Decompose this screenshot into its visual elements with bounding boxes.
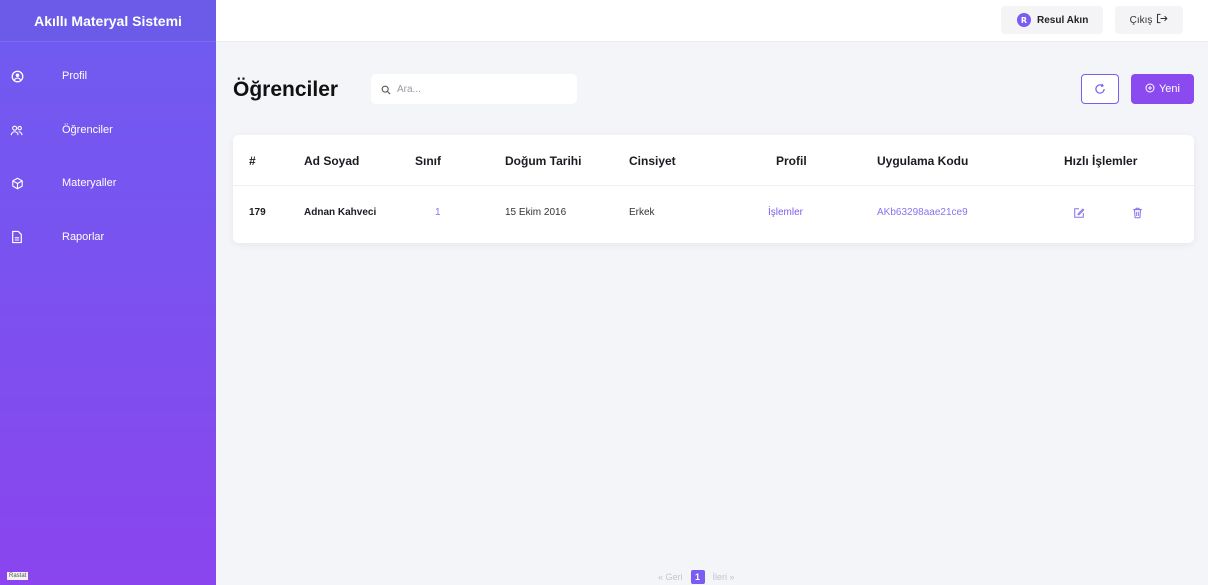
- sidebar-item-label: Profil: [62, 70, 88, 82]
- students-table: # Ad Soyad Sınıf Doğum Tarihi Cinsiyet P…: [233, 135, 1194, 243]
- sidebar-item-materyaller[interactable]: Materyaller: [0, 168, 216, 198]
- student-birth-date: 15 Ekim 2016: [505, 207, 567, 218]
- footer-badge: Rastat: [7, 572, 29, 580]
- student-class: 1: [435, 207, 441, 218]
- search-input[interactable]: [397, 83, 557, 95]
- user-menu[interactable]: R Resul Akın: [1001, 6, 1103, 34]
- trash-icon[interactable]: [1130, 206, 1144, 220]
- plus-circle-icon: [1145, 82, 1155, 96]
- page-title: Öğrenciler: [233, 78, 339, 101]
- column-header: Hızlı İşlemler: [1064, 154, 1138, 168]
- pagination-current-page[interactable]: 1: [690, 570, 705, 584]
- search-box: [371, 74, 577, 104]
- column-header: Profil: [776, 154, 807, 168]
- sidebar-item-profil[interactable]: Profil: [0, 61, 216, 91]
- column-header: #: [249, 154, 256, 168]
- document-icon: [9, 229, 25, 245]
- column-header: Cinsiyet: [629, 154, 676, 168]
- app-title: Akıllı Materyal Sistemi: [0, 0, 216, 42]
- new-button-label: Yeni: [1158, 83, 1180, 95]
- sidebar-item-raporlar[interactable]: Raporlar: [0, 222, 216, 252]
- profile-link[interactable]: İşlemler: [768, 207, 803, 218]
- sidebar-item-ogrenciler[interactable]: Öğrenciler: [0, 115, 216, 145]
- search-icon: [381, 80, 391, 99]
- pagination: « Geri 1 İleri »: [658, 570, 735, 584]
- student-gender: Erkek: [629, 207, 655, 218]
- user-name: Resul Akın: [1037, 14, 1089, 26]
- student-id: 179: [249, 207, 266, 218]
- user-circle-icon: [9, 68, 25, 84]
- topbar: R Resul Akın Çıkış: [216, 0, 1208, 42]
- app-code: AKb63298aae21ce9: [877, 207, 968, 218]
- sidebar-item-label: Raporlar: [62, 231, 105, 243]
- logout-icon: [1156, 13, 1168, 27]
- cube-icon: [9, 175, 25, 191]
- column-header: Doğum Tarihi: [505, 154, 582, 168]
- logout-label: Çıkış: [1129, 14, 1153, 26]
- edit-icon[interactable]: [1072, 206, 1086, 220]
- student-name: Adnan Kahveci: [304, 207, 377, 218]
- new-button[interactable]: Yeni: [1131, 74, 1194, 104]
- pagination-prev[interactable]: « Geri: [658, 572, 683, 582]
- pagination-next[interactable]: İleri »: [713, 572, 735, 582]
- sidebar-item-label: Materyaller: [62, 177, 117, 189]
- column-header: Uygulama Kodu: [877, 154, 969, 168]
- refresh-icon: [1094, 80, 1106, 99]
- column-header: Sınıf: [415, 154, 441, 168]
- users-icon: [9, 122, 25, 138]
- logout-button[interactable]: Çıkış: [1115, 6, 1183, 34]
- sidebar: Akıllı Materyal Sistemi Profil Öğrencile…: [0, 0, 216, 585]
- sidebar-item-label: Öğrenciler: [62, 124, 113, 136]
- refresh-button[interactable]: [1081, 74, 1119, 104]
- column-header: Ad Soyad: [304, 154, 360, 168]
- avatar: R: [1017, 13, 1031, 27]
- divider: [233, 185, 1194, 186]
